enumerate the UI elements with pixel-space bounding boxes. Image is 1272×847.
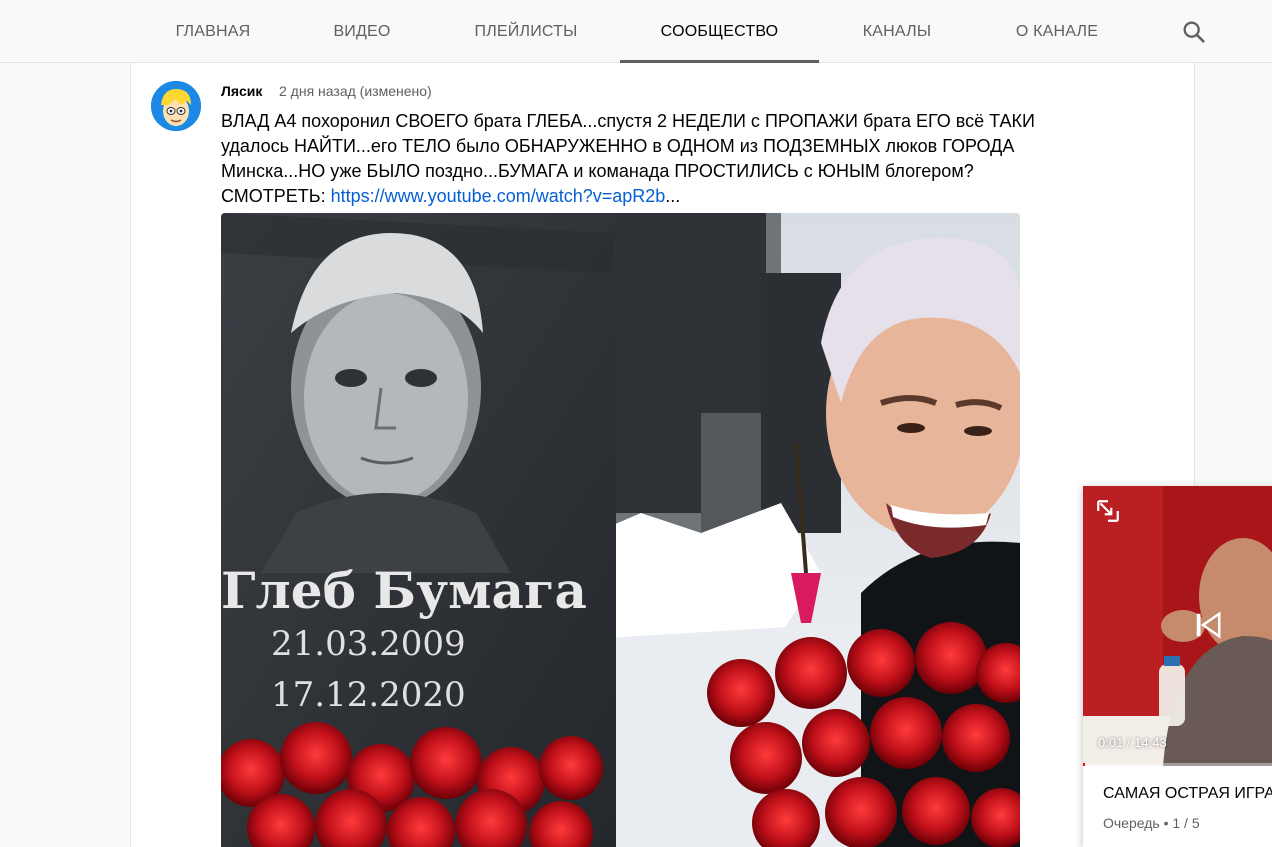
miniplayer-progress-fill xyxy=(1083,763,1085,766)
post-text-ellipsis: ... xyxy=(665,186,681,206)
miniplayer-queue[interactable]: Очередь • 1 / 5 xyxy=(1103,815,1200,831)
miniplayer-title[interactable]: САМАЯ ОСТРАЯ ИГРА xyxy=(1103,785,1272,803)
post-text-line: Минска...НО уже БЫЛО поздно...БУМАГА и к… xyxy=(221,161,974,181)
post-text-line: удалось НАЙТИ...его ТЕЛО было ОБНАРУЖЕНН… xyxy=(221,136,1015,156)
miniplayer[interactable]: 0:01 / 14:43 САМАЯ ОСТРАЯ ИГРА Очередь •… xyxy=(1083,486,1272,847)
post-text: ВЛАД А4 похоронил СВОЕГО брата ГЛЕБА...с… xyxy=(221,109,1121,209)
previous-icon[interactable] xyxy=(1193,610,1223,640)
tombstone-death-date: 17.12.2020 xyxy=(271,675,466,715)
miniplayer-video[interactable]: 0:01 / 14:43 xyxy=(1083,486,1272,766)
tombstone-birth-date: 21.03.2009 xyxy=(271,624,466,664)
tab-videos[interactable]: ВИДЕО xyxy=(331,0,393,63)
post-author[interactable]: Лясик xyxy=(221,83,262,99)
post-link[interactable]: https://www.youtube.com/watch?v=apR2b xyxy=(331,186,666,206)
miniplayer-time: 0:01 / 14:43 xyxy=(1098,735,1167,750)
tab-community-label: СООБЩЕСТВО xyxy=(660,23,779,40)
expand-icon[interactable] xyxy=(1095,498,1121,524)
tab-channels[interactable]: КАНАЛЫ xyxy=(858,0,936,63)
channel-tabs: ГЛАВНАЯ ВИДЕО ПЛЕЙЛИСТЫ СООБЩЕСТВО КАНАЛ… xyxy=(0,0,1272,63)
post-timestamp[interactable]: 2 дня назад (изменено) xyxy=(279,83,432,99)
tab-about[interactable]: О КАНАЛЕ xyxy=(1013,0,1101,63)
tab-home[interactable]: ГЛАВНАЯ xyxy=(173,0,253,63)
tombstone-name: Глеб Бумага xyxy=(221,561,587,620)
post-text-line: СМОТРЕТЬ: https://www.youtube.com/watch?… xyxy=(221,184,1121,209)
post-text-line: ВЛАД А4 похоронил СВОЕГО брата ГЛЕБА...с… xyxy=(221,111,1035,131)
tab-playlists[interactable]: ПЛЕЙЛИСТЫ xyxy=(470,0,582,63)
post-image[interactable]: Глеб Бумага 21.03.2009 17.12.2020 xyxy=(221,213,1020,847)
author-avatar[interactable] xyxy=(151,81,201,131)
tab-community[interactable]: СООБЩЕСТВО xyxy=(620,0,819,63)
miniplayer-progress-bar[interactable] xyxy=(1083,763,1272,766)
community-post: Лясик 2 дня назад (изменено) ВЛАД А4 пох… xyxy=(130,63,1195,847)
post-text-prefix: СМОТРЕТЬ: xyxy=(221,186,331,206)
search-icon[interactable] xyxy=(1180,18,1208,46)
